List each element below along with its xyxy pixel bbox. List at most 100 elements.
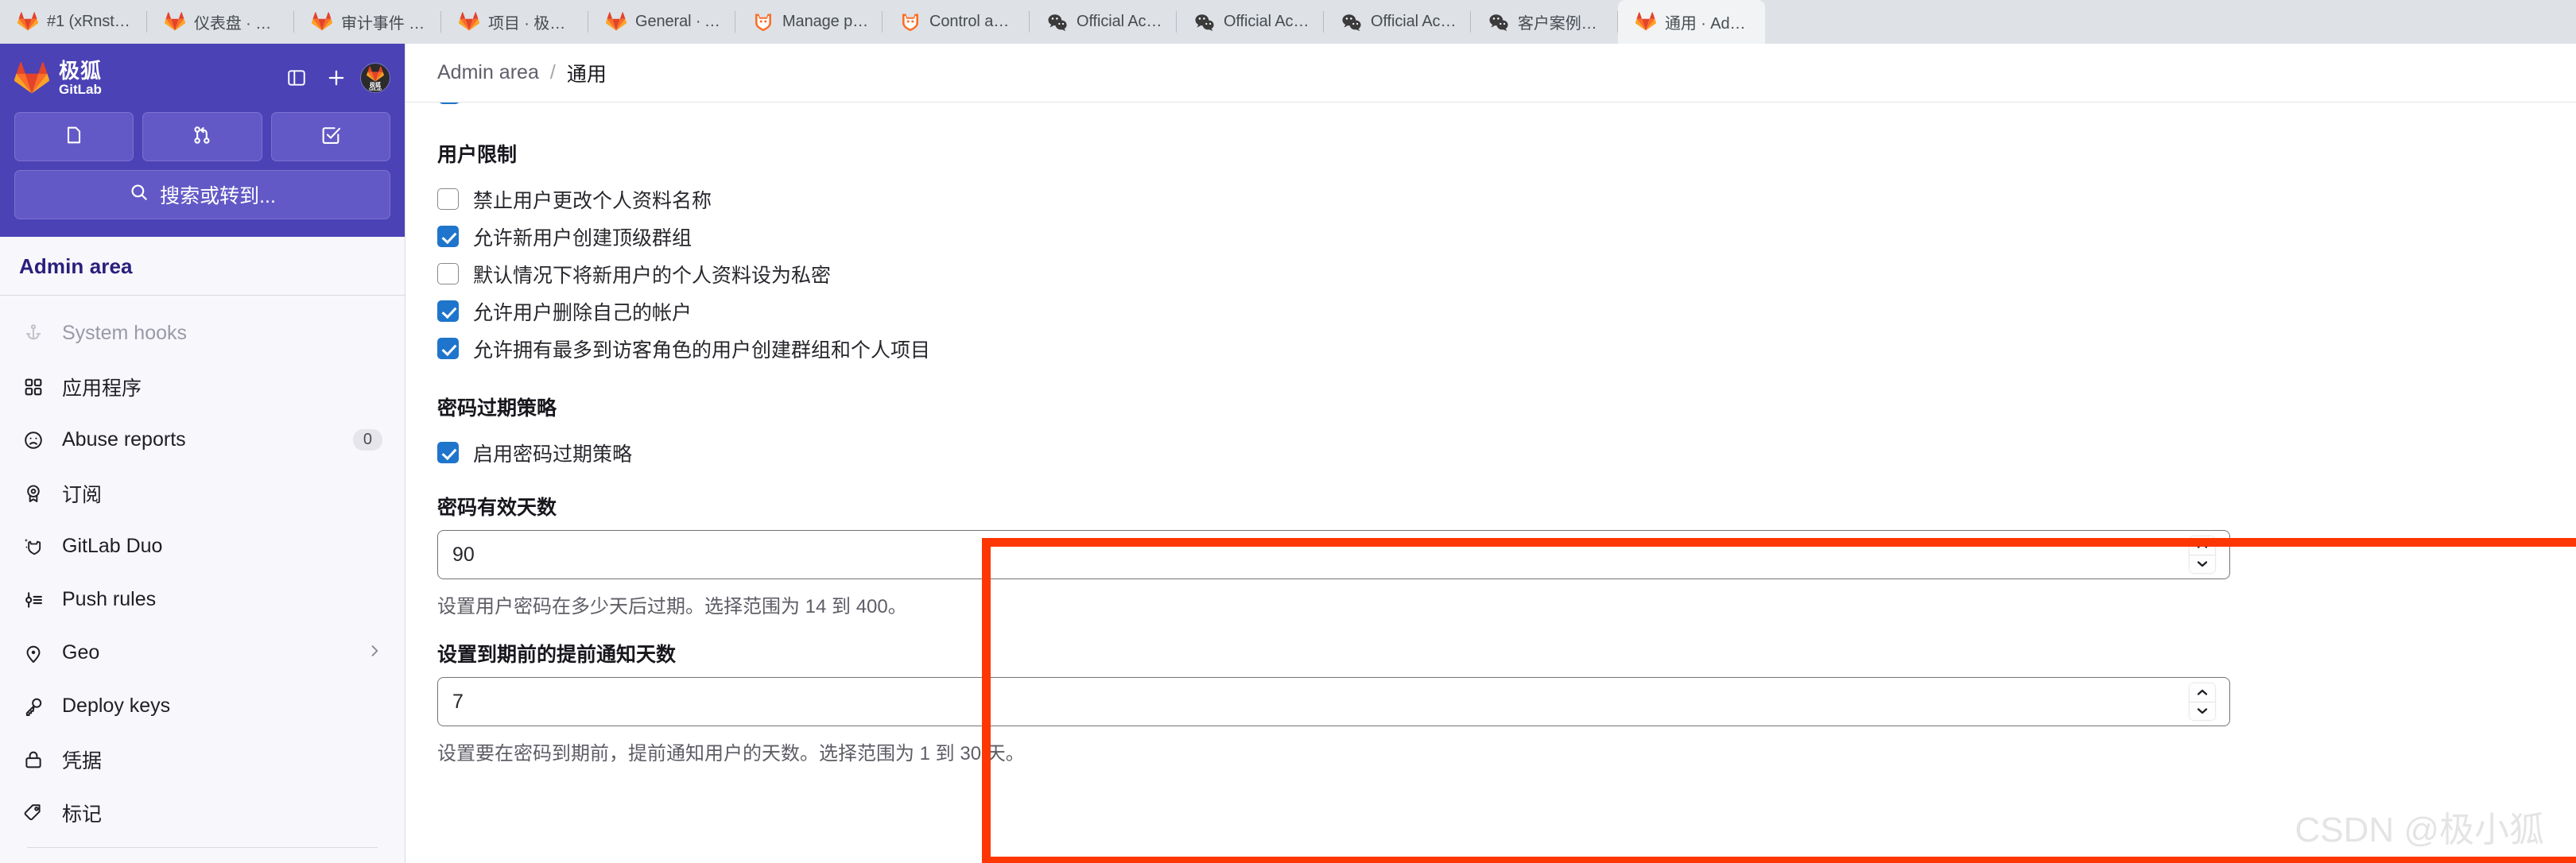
wechat-icon [1341, 12, 1362, 33]
gitlab-tanuki-icon [17, 11, 39, 33]
password-valid-days-label: 密码有效天数 [437, 497, 557, 519]
browser-tab[interactable]: 项目 · 极狐 Git... [441, 0, 588, 44]
merge-request-icon [191, 124, 213, 150]
sidebar-item-subscription[interactable]: 订阅 [11, 466, 394, 520]
wechat-icon [1047, 12, 1068, 33]
browser-tab-label: General · Adm... [635, 13, 723, 30]
setting-row[interactable]: 允许用户删除自己的帐户 [437, 292, 2576, 330]
password-valid-days-help: 设置用户密码在多少天后过期。选择范围为 14 到 400。 [437, 596, 907, 617]
sidebar-item-geo[interactable]: Geo [11, 626, 394, 679]
avatar[interactable]: 极狐 GitLab [360, 63, 390, 93]
applications-grid-icon [22, 376, 45, 398]
password-valid-days-group: 密码有效天数 90 设置用户密码在多少天后过期。选择范围为 14 到 400。 [437, 492, 2576, 618]
checkbox-allow-account-deletion[interactable] [437, 300, 459, 322]
sidebar-item-badge: 0 [352, 429, 382, 451]
setting-row[interactable]: 允许新用户创建顶级群组 [437, 218, 2576, 255]
breadcrumb-root[interactable]: Admin area [437, 61, 539, 84]
number-stepper[interactable] [2190, 536, 2215, 573]
toggle-sidebar-button[interactable] [281, 62, 312, 94]
gitlab-tanuki-icon [605, 11, 627, 33]
sidebar: 极狐 GitLab 极狐 GitLab 搜索或转到... Admin area … [0, 44, 405, 863]
issues-button[interactable] [14, 112, 134, 161]
stepper-down-icon[interactable] [2190, 554, 2215, 573]
brand-logo[interactable]: 极狐 GitLab [14, 60, 273, 96]
sidebar-item-label: Geo [62, 641, 100, 664]
push-rules-icon [22, 589, 45, 611]
stepper-up-icon[interactable] [2190, 536, 2215, 555]
main-content: Admin area / 通用 用户限制 禁止用户更改个人资料名称 允许新用户创… [405, 44, 2576, 863]
setting-row[interactable]: 启用密码过期策略 [437, 434, 2576, 471]
clipped-checkbox[interactable] [439, 103, 460, 104]
hook-anchor-icon [22, 323, 45, 345]
sidebar-item-label: Deploy keys [62, 695, 171, 717]
browser-tab-label: #1 (xRnstJB7... [47, 13, 134, 30]
sidebar-item-system-hooks[interactable]: System hooks [11, 307, 394, 360]
browser-tab[interactable]: #1 (xRnstJB7... [0, 0, 147, 44]
label-tag-icon [22, 802, 45, 824]
number-stepper[interactable] [2190, 683, 2215, 720]
password-valid-days-input[interactable]: 90 [437, 530, 2230, 579]
gitlab-tanuki-icon [164, 11, 186, 33]
browser-tab[interactable]: Manage proje... [735, 0, 883, 44]
sidebar-item-deploy-keys[interactable]: Deploy keys [11, 679, 394, 733]
brand-name-en: GitLab [59, 81, 102, 97]
license-ribbon-icon [22, 482, 45, 505]
sidebar-item-credentials[interactable]: 凭据 [11, 733, 394, 786]
browser-tab[interactable]: 审计事件 · Ad... [294, 0, 441, 44]
key-icon [22, 695, 45, 718]
setting-row[interactable]: 禁止用户更改个人资料名称 [437, 180, 2576, 218]
browser-tab-label: Official Acco... [1077, 13, 1164, 30]
sidebar-item-abuse-reports[interactable]: Abuse reports 0 [11, 413, 394, 466]
lock-icon [22, 749, 45, 771]
gitlab-tanuki-icon [1635, 11, 1657, 33]
sidebar-item-labels[interactable]: 标记 [11, 786, 394, 839]
breadcrumb-current: 通用 [566, 63, 607, 86]
browser-tab[interactable]: Control acces... [883, 0, 1030, 44]
setting-row[interactable]: 默认情况下将新用户的个人资料设为私密 [437, 255, 2576, 292]
browser-tab[interactable]: Official Acco... [1030, 0, 1177, 44]
browser-tab[interactable]: 客户案例｜极... [1471, 0, 1618, 44]
checkbox-private-profile-by-default[interactable] [437, 263, 459, 284]
gitlab-tanuki-icon [458, 11, 480, 33]
location-pin-icon [22, 642, 45, 664]
browser-tab-strip[interactable]: #1 (xRnstJB7... 仪表盘 · Admi... 审计事件 · Ad.… [0, 0, 2576, 44]
browser-tab[interactable]: Official Acco... [1177, 0, 1324, 44]
stepper-up-icon[interactable] [2190, 683, 2215, 702]
setting-label: 默认情况下将新用户的个人资料设为私密 [473, 264, 832, 287]
browser-tab-label: 仪表盘 · Admi... [194, 15, 281, 33]
sidebar-item-label: System hooks [62, 322, 188, 344]
password-notice-days-input[interactable]: 7 [437, 677, 2230, 726]
browser-tab[interactable]: 仪表盘 · Admi... [147, 0, 294, 44]
sidebar-item-gitlab-duo[interactable]: GitLab Duo [11, 520, 394, 573]
password-notice-days-help: 设置要在密码到期前，提前通知用户的天数。选择范围为 1 到 30 天。 [437, 743, 1025, 764]
browser-tab-label: Manage proje... [782, 13, 870, 30]
sidebar-item-label: 应用程序 [62, 377, 142, 400]
sidebar-item-push-rules[interactable]: Push rules [11, 573, 394, 626]
sidebar-header: 极狐 GitLab 极狐 GitLab 搜索或转到... [0, 44, 405, 237]
search-placeholder: 搜索或转到... [160, 185, 276, 207]
password-expiration-title: 密码过期策略 [437, 397, 557, 420]
checkbox-enable-password-expiration[interactable] [437, 442, 459, 463]
gitlab-outline-fox-icon [753, 12, 774, 33]
browser-tab-label: 通用 · Admin... [1665, 15, 1752, 33]
browser-tab-active[interactable]: 通用 · Admin... [1618, 0, 1765, 44]
browser-tab[interactable]: Official Acco... [1324, 0, 1471, 44]
stepper-down-icon[interactable] [2190, 701, 2215, 720]
create-new-button[interactable] [320, 62, 352, 94]
search-input[interactable]: 搜索或转到... [14, 170, 390, 219]
frown-face-icon [22, 429, 45, 451]
sidebar-item-applications[interactable]: 应用程序 [11, 360, 394, 413]
sidebar-item-label: Abuse reports [62, 428, 186, 451]
todos-button[interactable] [270, 112, 390, 161]
merge-requests-button[interactable] [142, 112, 262, 161]
sidebar-item-label: Push rules [62, 588, 157, 610]
password-notice-days-value: 7 [452, 690, 464, 713]
checkbox-prevent-name-change[interactable] [437, 188, 459, 210]
sidebar-divider [27, 847, 378, 848]
setting-row[interactable]: 允许拥有最多到访客角色的用户创建群组和个人项目 [437, 330, 2576, 367]
setting-label: 允许用户删除自己的帐户 [473, 301, 692, 324]
checkbox-allow-create-top-level-group[interactable] [437, 226, 459, 247]
todo-check-icon [320, 124, 342, 150]
checkbox-guest-create-groups-projects[interactable] [437, 338, 459, 359]
browser-tab[interactable]: General · Adm... [588, 0, 735, 44]
